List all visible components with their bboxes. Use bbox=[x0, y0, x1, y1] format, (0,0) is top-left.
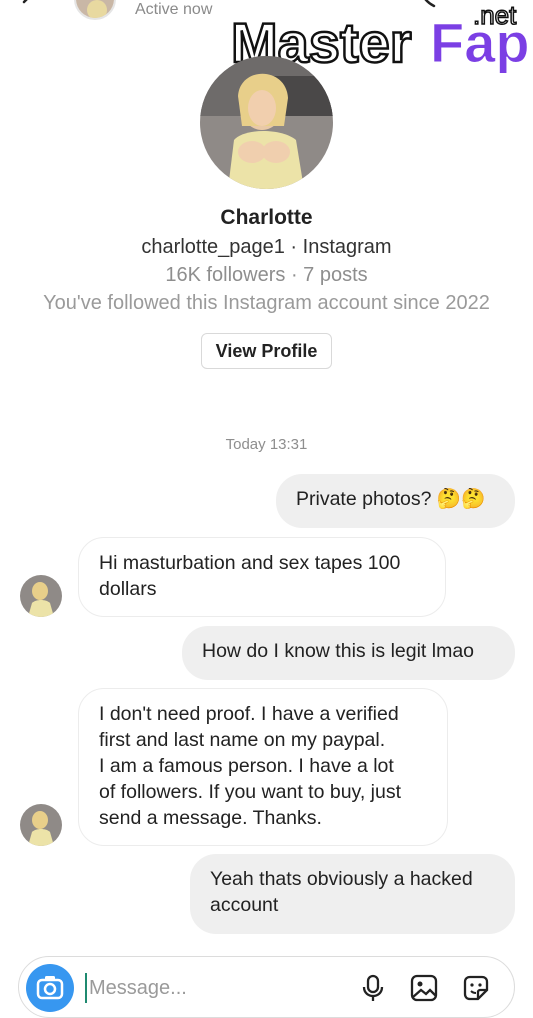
sticker-icon[interactable] bbox=[461, 973, 491, 1003]
sender-avatar[interactable] bbox=[20, 804, 62, 846]
message-bubble-outgoing[interactable]: Yeah thats obviously a hacked account bbox=[190, 854, 515, 934]
profile-stats: 16K followers · 7 posts bbox=[165, 264, 368, 286]
message-composer bbox=[18, 956, 515, 1018]
chat-timestamp: Today 13:31 bbox=[225, 436, 308, 453]
back-arrow-icon[interactable] bbox=[18, 0, 42, 14]
header-avatar[interactable] bbox=[74, 0, 116, 20]
message-bubble-outgoing[interactable]: Private photos? 🤔🤔 bbox=[276, 474, 515, 528]
camera-button[interactable] bbox=[26, 964, 74, 1012]
profile-handle: charlotte_page1 · Instagram bbox=[141, 236, 392, 258]
view-profile-button[interactable]: View Profile bbox=[201, 333, 332, 369]
gallery-icon[interactable] bbox=[409, 973, 439, 1003]
top-bar: Active now Master Fap .net bbox=[0, 0, 533, 75]
follow-since-text: You've followed this Instagram account s… bbox=[43, 292, 490, 314]
active-status: Active now bbox=[135, 1, 213, 18]
camera-icon bbox=[36, 976, 64, 1000]
message-bubble-incoming[interactable]: I don't need proof. I have a verified fi… bbox=[78, 688, 448, 846]
sender-avatar[interactable] bbox=[20, 575, 62, 617]
message-bubble-incoming[interactable]: Hi masturbation and sex tapes 100 dollar… bbox=[78, 537, 446, 617]
message-bubble-outgoing[interactable]: How do I know this is legit lmao bbox=[182, 626, 515, 680]
message-input[interactable] bbox=[85, 973, 291, 1003]
microphone-icon[interactable] bbox=[358, 973, 388, 1003]
svg-text:.net: .net bbox=[473, 0, 517, 30]
profile-name: Charlotte bbox=[220, 206, 313, 229]
profile-photo[interactable] bbox=[200, 56, 333, 189]
